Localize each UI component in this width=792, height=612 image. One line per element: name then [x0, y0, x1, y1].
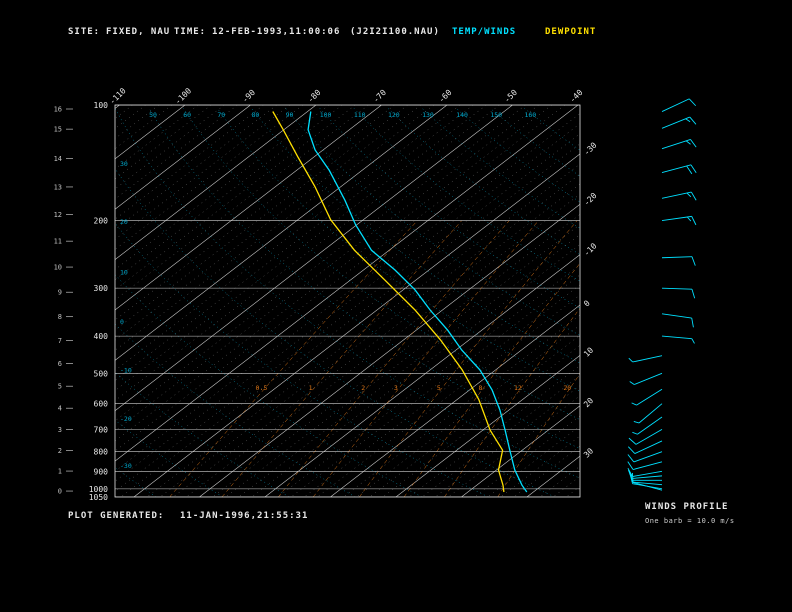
height-tick-label: 10 [54, 264, 62, 272]
temperature-trace [307, 111, 528, 493]
adiabat-label: 130 [422, 111, 434, 119]
plot-generated-value: 11-JAN-1996,21:55:31 [180, 511, 309, 521]
height-tick-label: 7 [58, 337, 62, 345]
plot-generated-label: PLOT GENERATED: [68, 511, 165, 521]
height-tick-label: 6 [58, 360, 62, 368]
mixing-ratio-label: 5 [437, 384, 441, 392]
adiabat-label: -20 [120, 415, 132, 423]
top-temp-label: -40 [568, 88, 585, 105]
pressure-tick-label: 400 [94, 332, 109, 341]
adiabat-label: 140 [456, 111, 468, 119]
right-temp-label: 10 [582, 345, 595, 358]
adiabat-label: 50 [149, 111, 157, 119]
top-temp-label: -80 [306, 88, 323, 105]
top-temp-label: -90 [240, 88, 257, 105]
right-temp-label: -10 [582, 241, 599, 258]
adiabat-label: 60 [183, 111, 191, 119]
skewt-app-window: SITE: FIXED, NAU TIME: 12-FEB-1993,11:00… [0, 0, 792, 612]
height-tick-label: 2 [58, 447, 62, 455]
top-temp-label: -60 [437, 88, 454, 105]
mixing-ratio-label: 20 [563, 384, 571, 392]
adiabat-label: 20 [120, 218, 128, 226]
adiabat-label: 150 [490, 111, 502, 119]
mixing-ratio-label: 12 [514, 384, 522, 392]
adiabat-label: 90 [286, 111, 294, 119]
winds-profile-subtitle: One barb = 10.0 m/s [645, 517, 735, 525]
height-tick-label: 3 [58, 426, 62, 434]
pressure-tick-label: 700 [94, 425, 109, 434]
winds-profile-title: WINDS PROFILE [645, 502, 729, 512]
dewpoint-trace [272, 111, 505, 493]
winds-profile-barbs [627, 98, 697, 491]
adiabat-label: 120 [388, 111, 400, 119]
height-tick-label: 11 [54, 238, 62, 246]
skewt-grid [115, 105, 580, 497]
right-temp-label: 0 [582, 299, 592, 309]
pressure-tick-label: 800 [94, 448, 109, 457]
mixing-ratio-label: 2 [361, 384, 365, 392]
height-tick-label: 4 [58, 405, 62, 413]
pressure-tick-label: 900 [94, 467, 109, 476]
height-tick-label: 14 [54, 155, 62, 163]
adiabat-label: -30 [120, 462, 132, 470]
pressure-tick-label: 600 [94, 400, 109, 409]
height-tick-label: 5 [58, 383, 62, 391]
height-tick-label: 16 [54, 106, 62, 114]
adiabat-label: 10 [120, 268, 128, 276]
mixing-ratio-label: 3 [394, 384, 398, 392]
height-tick-label: 0 [58, 488, 62, 496]
height-tick-label: 1 [58, 468, 62, 476]
adiabat-label: 80 [251, 111, 259, 119]
height-tick-label: 15 [54, 126, 62, 134]
height-tick-label: 12 [54, 211, 62, 219]
right-temp-label: 20 [582, 396, 595, 409]
top-temp-label: -70 [371, 88, 388, 105]
right-temp-label: -20 [582, 191, 599, 208]
height-tick-label: 8 [58, 313, 62, 321]
pressure-tick-label: 500 [94, 369, 109, 378]
pressure-tick-label: 100 [94, 101, 109, 110]
adiabat-label: 70 [217, 111, 225, 119]
right-temp-label: 30 [582, 446, 595, 459]
height-tick-label: 9 [58, 289, 62, 297]
right-temp-label: -30 [582, 141, 599, 158]
adiabat-label: 0 [120, 318, 124, 326]
pressure-tick-label: 300 [94, 284, 109, 293]
adiabat-label: -10 [120, 367, 132, 375]
pressure-tick-label: 1050 [89, 493, 108, 502]
height-tick-label: 13 [54, 183, 62, 191]
adiabat-label: 160 [524, 111, 536, 119]
mixing-ratio-label: 1 [309, 384, 313, 392]
plot-frame [114, 104, 581, 498]
mixing-ratio-label: 0.5 [256, 384, 268, 392]
adiabat-label: 100 [320, 111, 332, 119]
mixing-ratio-label: 8 [478, 384, 482, 392]
top-temp-label: -50 [502, 88, 519, 105]
pressure-tick-label: 200 [94, 217, 109, 226]
adiabat-label: 30 [120, 160, 128, 168]
top-temp-label: -100 [173, 86, 193, 106]
sounding-traces [272, 111, 528, 493]
top-temp-label: -110 [108, 86, 128, 106]
adiabat-label: 110 [354, 111, 366, 119]
